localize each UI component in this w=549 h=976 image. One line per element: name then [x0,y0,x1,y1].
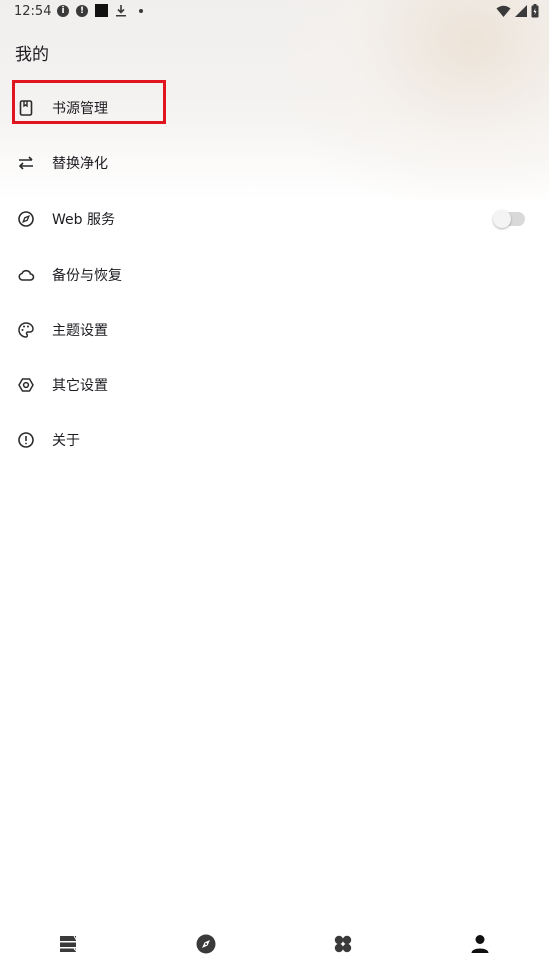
web-service-switch[interactable] [493,210,525,228]
swap-icon [18,156,33,170]
compass-icon [18,211,34,227]
square-icon [95,4,108,17]
cloud-icon [18,269,35,281]
menu-item-label: 其它设置 [52,378,108,394]
bottom-nav [0,920,549,976]
status-notification-icons: i ! [57,4,143,17]
menu-item-web-service[interactable]: Web 服务 [0,192,549,246]
switch-thumb [493,210,511,228]
info-alert-icon [18,432,34,448]
status-system-icons [496,4,539,18]
menu-item-label: 备份与恢复 [52,268,122,284]
menu-item-label: 主题设置 [52,323,108,339]
settings-icon [18,378,34,392]
status-time: 12:54 [14,4,52,19]
person-icon[interactable] [468,932,492,956]
menu-item-label: 关于 [52,433,80,449]
info-icon: i [57,4,69,17]
palette-icon [18,322,34,338]
status-bar: 12:54 i ! [0,0,549,24]
page-title: 我的 [15,45,49,65]
explore-icon[interactable] [194,932,218,956]
menu-item-replace-purify[interactable]: 替换净化 [0,136,549,190]
menu-item-theme-settings[interactable]: 主题设置 [0,303,549,357]
download-icon [116,5,126,17]
menu-item-about[interactable]: 关于 [0,413,549,467]
menu-item-label: 替换净化 [52,156,108,172]
bookshelf-icon[interactable] [56,932,80,956]
signal-icon [515,4,527,17]
menu-item-backup-restore[interactable]: 备份与恢复 [0,248,549,302]
menu-item-other-settings[interactable]: 其它设置 [0,358,549,412]
alert-icon: ! [76,4,88,17]
rss-icon[interactable] [331,932,355,956]
wifi-icon [496,5,511,17]
battery-icon [531,4,539,18]
menu-item-label: Web 服务 [52,212,115,228]
highlight-box [12,80,166,124]
dot-icon [139,8,143,13]
